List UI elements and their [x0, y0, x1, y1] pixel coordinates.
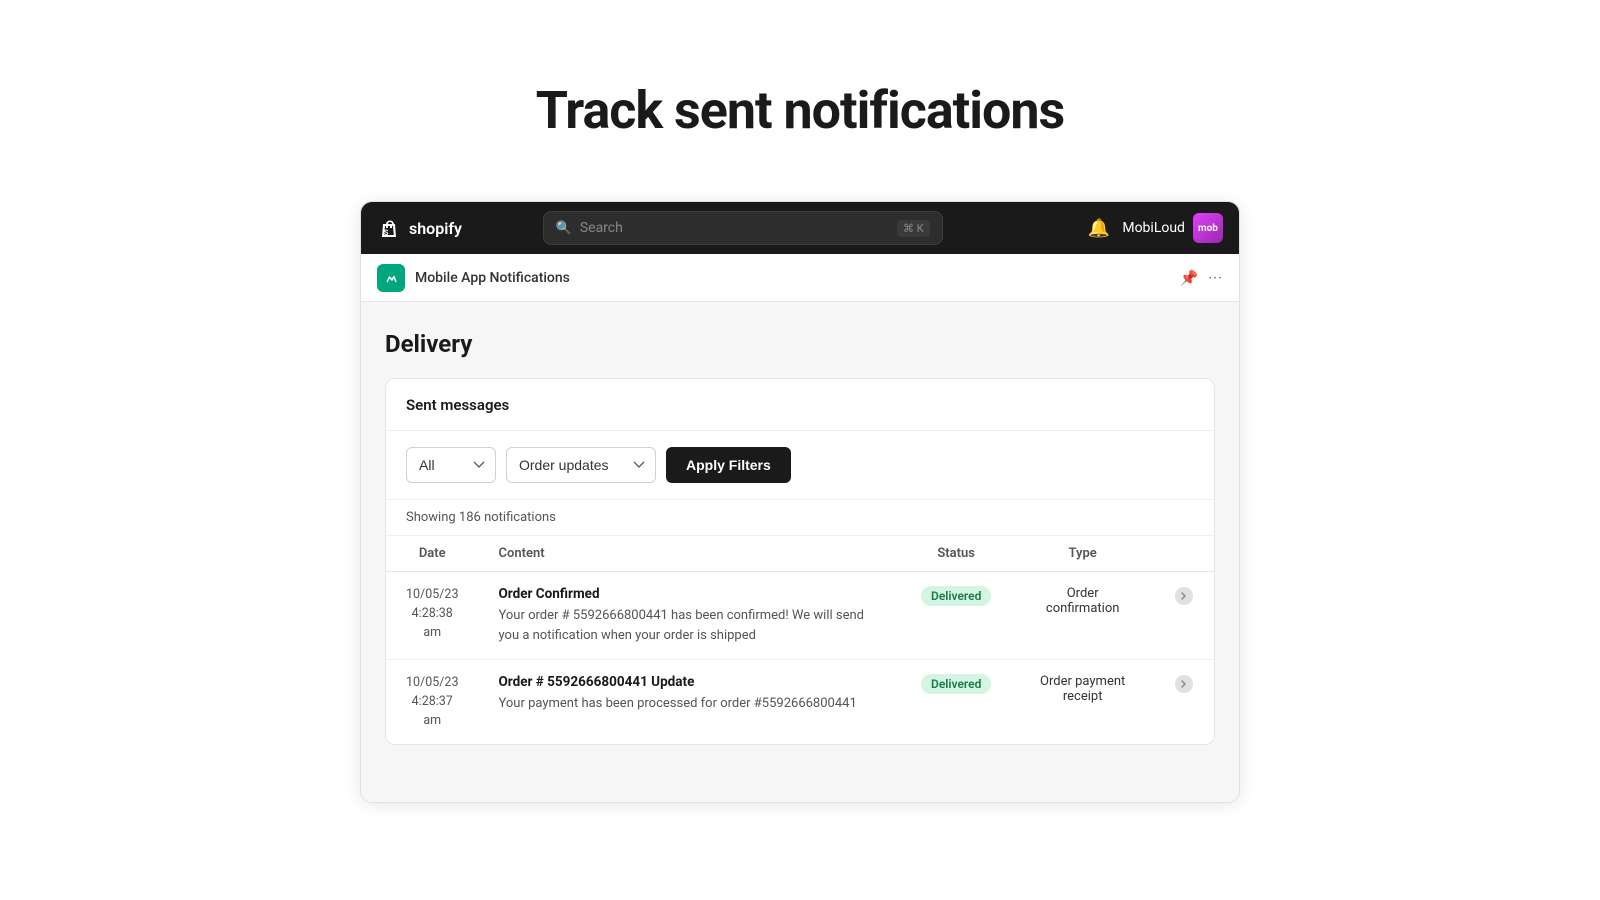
pin-icon[interactable]: 📌 [1180, 269, 1199, 287]
page-hero: Track sent notifications [0, 0, 1600, 201]
topbar-right: 🔔 MobiLoud mob [1088, 213, 1223, 243]
shopify-bag-icon: S [377, 216, 401, 240]
svg-text:S: S [384, 229, 389, 237]
row-action-icon[interactable] [1174, 674, 1194, 694]
shopify-wrapper: S shopify 🔍 Search ⌘ K 🔔 MobiLoud mob Mo… [360, 201, 1240, 803]
row-action-icon[interactable] [1174, 586, 1194, 606]
content-body: Your payment has been processed for orde… [498, 694, 881, 714]
main-content: Delivery Sent messages All Order updates… [361, 302, 1239, 802]
app-logo-icon [382, 269, 400, 287]
app-name: Mobile App Notifications [415, 270, 570, 286]
bell-icon[interactable]: 🔔 [1088, 218, 1110, 239]
col-action [1154, 536, 1214, 572]
app-icon [377, 264, 405, 292]
search-shortcut: ⌘ K [897, 220, 930, 237]
cell-action[interactable] [1154, 660, 1214, 745]
cell-date: 10/05/234:28:37am [386, 660, 478, 745]
user-avatar: mob [1193, 213, 1223, 243]
app-bar: Mobile App Notifications 📌 ··· [361, 254, 1239, 302]
sent-messages-label: Sent messages [406, 396, 509, 414]
notifications-table: Date Content Status Type 10/05/234:28:38… [386, 536, 1214, 744]
topbar: S shopify 🔍 Search ⌘ K 🔔 MobiLoud mob [361, 202, 1239, 254]
filter-order-updates-select[interactable]: Order updates [506, 447, 656, 483]
search-bar[interactable]: 🔍 Search ⌘ K [543, 211, 943, 245]
status-badge: Delivered [921, 586, 991, 606]
cell-content: Order Confirmed Your order # 559266680044… [478, 572, 901, 660]
content-title: Order Confirmed [498, 586, 881, 602]
cell-date: 10/05/234:28:38am [386, 572, 478, 660]
delivery-title: Delivery [385, 330, 1215, 358]
table-row: 10/05/234:28:38am Order Confirmed Your ord… [386, 572, 1214, 660]
app-bar-actions: 📌 ··· [1180, 269, 1223, 287]
col-date: Date [386, 536, 478, 572]
cell-type: Order confirmation [1011, 572, 1154, 660]
content-title: Order # 5592666800441 Update [498, 674, 881, 690]
filters-row: All Order updates Apply Filters [386, 431, 1214, 500]
cell-action[interactable] [1154, 572, 1214, 660]
col-type: Type [1011, 536, 1154, 572]
page-title: Track sent notifications [20, 80, 1580, 141]
search-placeholder: Search [580, 220, 623, 236]
shopify-logo: S shopify [377, 216, 462, 240]
more-options-icon[interactable]: ··· [1208, 269, 1223, 287]
showing-count: Showing 186 notifications [386, 500, 1214, 536]
user-name: MobiLoud [1122, 220, 1185, 236]
table-row: 10/05/234:28:37amOrder # 5592666800441 U… [386, 660, 1214, 745]
status-badge: Delivered [921, 674, 991, 694]
cell-content: Order # 5592666800441 Update Your payment… [478, 660, 901, 745]
cell-status: Delivered [901, 572, 1011, 660]
apply-filters-button[interactable]: Apply Filters [666, 447, 791, 483]
content-body: Your order # 5592666800441 has been conf… [498, 606, 881, 645]
cell-type: Order payment receipt [1011, 660, 1154, 745]
shopify-logo-text: shopify [409, 219, 462, 238]
type-label: Order payment receipt [1040, 674, 1125, 704]
col-status: Status [901, 536, 1011, 572]
filter-all-select[interactable]: All [406, 447, 496, 483]
table-header-row: Date Content Status Type [386, 536, 1214, 572]
col-content: Content [478, 536, 901, 572]
type-label: Order confirmation [1046, 586, 1120, 616]
card-header: Sent messages [386, 379, 1214, 431]
user-section: MobiLoud mob [1122, 213, 1223, 243]
cell-status: Delivered [901, 660, 1011, 745]
sent-messages-card: Sent messages All Order updates Apply Fi… [385, 378, 1215, 745]
search-icon: 🔍 [556, 221, 572, 236]
